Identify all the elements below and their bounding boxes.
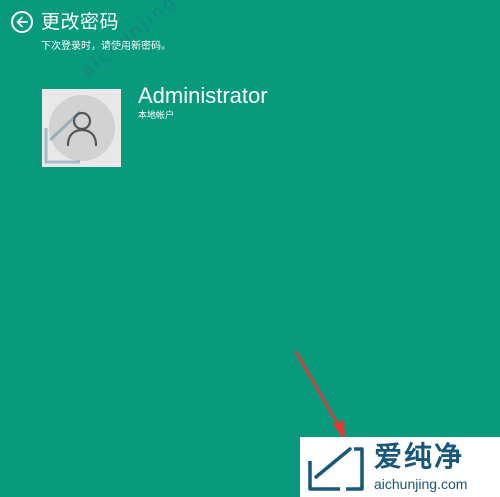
account-type: 本地帐户 <box>138 111 175 121</box>
watermark-brand: 爱纯净 <box>374 440 465 473</box>
back-arrow-icon <box>16 16 28 28</box>
user-avatar <box>42 89 121 167</box>
watermark-badge: 爱纯净 aichunjing.com <box>300 437 500 497</box>
watermark-url: aichunjing.com <box>374 476 468 492</box>
account-name: Administrator <box>138 83 268 108</box>
back-button[interactable] <box>11 11 33 33</box>
page-header: 更改密码 <box>11 11 119 33</box>
avatar-circle <box>48 95 115 161</box>
annotation-arrow <box>294 350 345 441</box>
user-avatar-icon <box>66 111 97 147</box>
page-title: 更改密码 <box>41 11 120 33</box>
aichunjing-logo-icon <box>308 447 364 491</box>
